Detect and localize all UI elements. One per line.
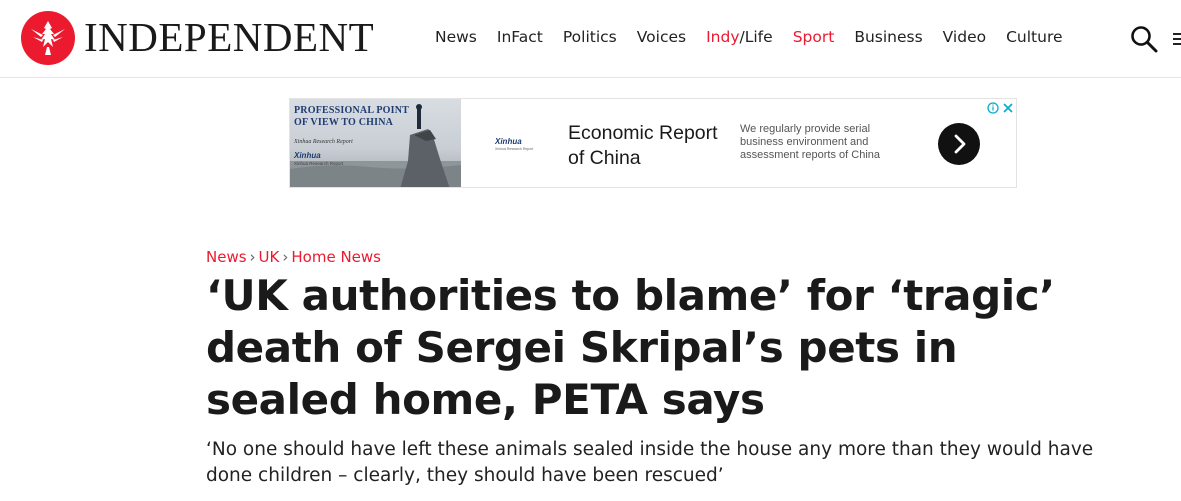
advert-brand: Xinhua xyxy=(495,137,522,146)
breadcrumb-home-news[interactable]: Home News xyxy=(291,248,381,266)
breadcrumb-news[interactable]: News xyxy=(206,248,247,266)
nav-item-indy-life[interactable]: Indy/Life xyxy=(706,26,773,48)
breadcrumb: News › UK › Home News xyxy=(206,247,381,267)
breadcrumb-uk[interactable]: UK xyxy=(259,248,280,266)
advert-image-brand-sub: Xinhua Research Report xyxy=(294,161,344,166)
nav-item-infact[interactable]: InFact xyxy=(497,26,543,48)
breadcrumb-separator: › xyxy=(282,248,289,266)
nav-item-voices[interactable]: Voices xyxy=(637,26,686,48)
nav-item-sport[interactable]: Sport xyxy=(793,26,835,48)
main-nav: News InFact Politics Voices Indy/Life Sp… xyxy=(435,26,1083,48)
nav-item-culture[interactable]: Culture xyxy=(1006,26,1062,48)
site-header: INDEPENDENT News InFact Politics Voices … xyxy=(0,0,1181,78)
advert-banner[interactable]: PROFESSIONAL POINT OF VIEW TO CHINA Xinh… xyxy=(289,98,1017,188)
advert-copy: We regularly provide serial business env… xyxy=(740,123,881,161)
breadcrumb-separator: › xyxy=(249,248,256,266)
site-logo[interactable]: INDEPENDENT xyxy=(84,15,374,59)
article-headline: ‘UK authorities to blame’ for ‘tragic’ d… xyxy=(206,271,1055,424)
nav-item-indy-label: Indy xyxy=(706,28,740,46)
advert-image-subtitle: Xinhua Research Report xyxy=(294,139,353,145)
nav-item-life-label: /Life xyxy=(739,28,773,46)
menu-icon[interactable] xyxy=(1173,33,1181,47)
chevron-right-icon[interactable] xyxy=(938,123,980,165)
advert-brand-sub: Xinhua Research Report xyxy=(495,147,534,151)
advert-headline[interactable]: Economic Report of China xyxy=(568,121,738,171)
search-icon[interactable] xyxy=(1130,25,1158,53)
advert-image-brand: Xinhua xyxy=(294,151,321,160)
nav-item-politics[interactable]: Politics xyxy=(563,26,617,48)
nav-item-video[interactable]: Video xyxy=(943,26,986,48)
nav-item-news[interactable]: News xyxy=(435,26,477,48)
nav-item-business[interactable]: Business xyxy=(854,26,922,48)
advert-image: PROFESSIONAL POINT OF VIEW TO CHINA Xinh… xyxy=(290,99,461,187)
advert-image-title: PROFESSIONAL POINT OF VIEW TO CHINA xyxy=(294,105,409,128)
adchoices-icon[interactable] xyxy=(987,101,1015,115)
eagle-logo-icon[interactable] xyxy=(21,11,75,65)
article-standfirst: ‘No one should have left these animals s… xyxy=(206,439,1094,486)
